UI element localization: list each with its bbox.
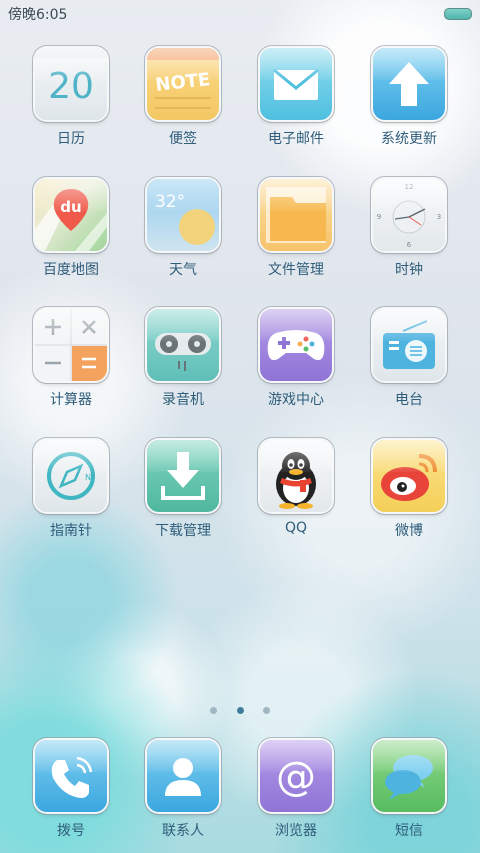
app-email[interactable]: 电子邮件 (241, 48, 351, 148)
contacts-icon (147, 740, 219, 812)
app-file-manager[interactable]: 文件管理 (241, 179, 351, 279)
app-label-weather: 天气 (169, 262, 197, 278)
app-label-radio: 电台 (395, 392, 423, 408)
app-label-compass: 指南针 (50, 523, 92, 539)
app-update[interactable]: 系统更新 (354, 48, 464, 148)
app-notes[interactable]: NOTE 便签 (128, 48, 238, 148)
app-label-weibo: 微博 (395, 523, 423, 539)
app-label-download-manager: 下载管理 (155, 523, 211, 539)
calendar-icon: 20 (35, 48, 107, 120)
map-icon: du (35, 179, 107, 251)
calculator-icon (35, 309, 107, 381)
browser-icon: @ (260, 740, 332, 812)
page-dot-active[interactable] (236, 707, 244, 714)
penguin-icon (260, 440, 332, 512)
email-icon (260, 48, 332, 120)
dock-label-browser: 浏览器 (275, 823, 317, 839)
app-label-game-center: 游戏中心 (268, 392, 324, 408)
dock-browser[interactable]: @ 浏览器 (241, 740, 351, 840)
app-weibo[interactable]: 微博 (354, 440, 464, 540)
messages-icon (373, 740, 445, 812)
recorder-icon (147, 309, 219, 381)
weather-icon: 32° (147, 179, 219, 251)
clock-numeral-3: 3 (437, 213, 441, 221)
weibo-icon (373, 440, 445, 512)
app-qq[interactable]: QQ (241, 440, 351, 536)
gamepad-icon (260, 309, 332, 381)
battery-icon (444, 8, 472, 20)
browser-icon-text: @ (276, 754, 316, 800)
dock-label-messages: 短信 (395, 823, 423, 839)
update-icon (373, 48, 445, 120)
app-recorder[interactable]: 录音机 (128, 309, 238, 409)
app-calculator[interactable]: 计算器 (16, 309, 126, 409)
app-label-calendar: 日历 (57, 131, 85, 147)
app-game-center[interactable]: 游戏中心 (241, 309, 351, 409)
app-weather[interactable]: 32° 天气 (128, 179, 238, 279)
radio-icon (373, 309, 445, 381)
app-baidu-map[interactable]: du 百度地图 (16, 179, 126, 279)
compass-icon: N (35, 440, 107, 512)
notes-icon: NOTE (147, 48, 219, 120)
calendar-day: 20 (48, 66, 94, 107)
weather-temperature: 32° (155, 192, 185, 212)
app-clock[interactable]: 12 3 6 9 时钟 (354, 179, 464, 279)
app-label-recorder: 录音机 (162, 392, 204, 408)
compass-icon-text: N (85, 473, 91, 482)
app-label-notes: 便签 (169, 131, 197, 147)
folder-icon (260, 179, 332, 251)
dock-label-contacts: 联系人 (162, 823, 204, 839)
app-label-qq: QQ (284, 520, 308, 536)
page-indicator[interactable] (0, 699, 480, 718)
app-label-update: 系统更新 (381, 131, 437, 147)
app-compass[interactable]: N 指南针 (16, 440, 126, 540)
status-time: 傍晚6:05 (8, 7, 68, 23)
dock-phone[interactable]: 拨号 (16, 740, 126, 840)
app-label-clock: 时钟 (395, 262, 423, 278)
phone-icon (35, 740, 107, 812)
clock-numeral-9: 9 (377, 213, 381, 221)
page-dot[interactable] (262, 707, 270, 714)
app-label-baidu-map: 百度地图 (43, 262, 99, 278)
page-dot[interactable] (210, 707, 218, 714)
app-download-manager[interactable]: 下载管理 (128, 440, 238, 540)
clock-icon: 12 3 6 9 (373, 179, 445, 251)
dock-label-phone: 拨号 (57, 823, 85, 839)
notes-icon-text: NOTE (154, 69, 211, 96)
download-icon (147, 440, 219, 512)
clock-numeral-6: 6 (407, 241, 412, 249)
status-bar: 傍晚6:05 (0, 0, 480, 26)
app-radio[interactable]: 电台 (354, 309, 464, 409)
app-label-email: 电子邮件 (268, 131, 324, 147)
app-calendar[interactable]: 20 日历 (16, 48, 126, 148)
map-icon-text: du (60, 198, 81, 216)
app-label-file-manager: 文件管理 (268, 262, 324, 278)
clock-numeral-12: 12 (405, 183, 414, 191)
app-label-calculator: 计算器 (50, 392, 92, 408)
dock-messages[interactable]: 短信 (354, 740, 464, 840)
dock-contacts[interactable]: 联系人 (128, 740, 238, 840)
